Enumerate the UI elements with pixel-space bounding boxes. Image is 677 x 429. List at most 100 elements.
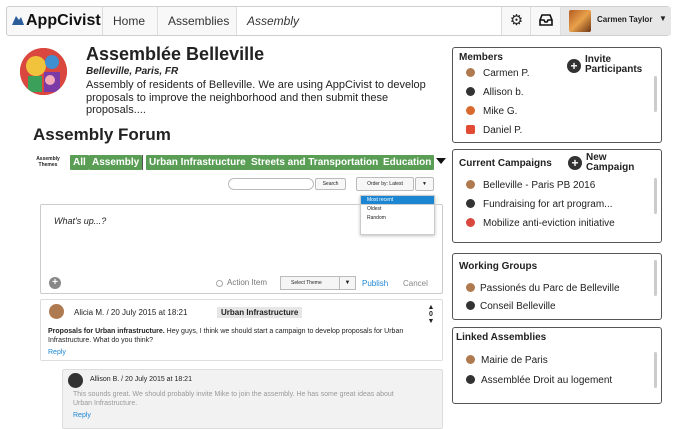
campaign-item[interactable]: Mobilize anti-eviction initiative (466, 218, 615, 232)
group-name: Passionés du Parc de Belleville (480, 283, 620, 294)
post-composer[interactable]: What's up...? + Action Item Select Theme… (40, 204, 443, 294)
working-group-item[interactable]: Passionés du Parc de Belleville (466, 283, 620, 297)
downvote-icon[interactable]: ▼ (424, 318, 438, 325)
avatar (466, 68, 475, 77)
working-groups-panel: Working Groups Passionés du Parc de Bell… (452, 253, 662, 320)
forum-title: Assembly Forum (33, 125, 171, 144)
add-attachment-icon[interactable]: + (49, 277, 61, 289)
member-item[interactable]: Allison b. (466, 87, 524, 101)
search-button[interactable]: Search (315, 178, 346, 190)
group-icon (466, 301, 475, 310)
member-item[interactable]: Daniel P. (466, 125, 522, 139)
campaigns-panel: Current Campaigns + New Campaign Bellevi… (452, 149, 662, 243)
post-body: Proposals for Urban infrastructure. Hey … (48, 327, 418, 345)
campaign-item[interactable]: Belleville - Paris PB 2016 (466, 180, 595, 194)
top-navbar: AppCivist Home Assemblies Assembly ⚙ Car… (6, 6, 671, 36)
campaign-item[interactable]: Fundraising for art program... (466, 199, 613, 213)
campaign-name: Belleville - Paris PB 2016 (483, 180, 596, 191)
new-campaign-button[interactable]: New Campaign (586, 153, 656, 173)
avatar (49, 304, 64, 319)
inbox-icon[interactable] (530, 7, 560, 35)
campaign-icon (466, 180, 475, 189)
post-meta: Alicia M. / 20 July 2015 at 18:21 (74, 308, 188, 317)
new-campaign-icon[interactable]: + (568, 156, 582, 170)
gear-icon[interactable]: ⚙ (501, 7, 531, 35)
campaigns-title: Current Campaigns (459, 158, 552, 169)
linked-assembly-item[interactable]: Mairie de Paris (466, 355, 548, 369)
linked-assembly-item[interactable]: Assemblée Droit au logement (466, 375, 612, 389)
reply-date: 20 July 2015 at 18:21 (125, 376, 192, 383)
post-title: Proposals for Urban infrastructure. (48, 328, 165, 335)
chevron-down-icon: ▼ (339, 277, 355, 289)
member-item[interactable]: Carmen P. (466, 68, 530, 82)
post-author: Alicia M. (74, 308, 105, 317)
upvote-icon[interactable]: ▲ (424, 304, 438, 311)
theme-tag-all[interactable]: All (70, 155, 89, 170)
theme-tag-education[interactable]: Education (380, 155, 435, 170)
linked-assembly-name: Assemblée Droit au logement (481, 375, 613, 386)
avatar (68, 373, 83, 388)
vote-count: 0 (429, 311, 433, 318)
member-item[interactable]: Mike G. (466, 106, 517, 120)
member-name: Mike G. (483, 106, 518, 117)
scrollbar[interactable] (654, 76, 657, 112)
publish-button[interactable]: Publish (362, 279, 388, 288)
appcivist-logo-icon (12, 16, 24, 25)
invite-participants-button[interactable]: Invite Participants (585, 55, 655, 75)
assembly-icon (466, 355, 475, 364)
theme-tag-assembly[interactable]: Assembly (89, 155, 143, 170)
working-group-item[interactable]: Conseil Belleville (466, 301, 556, 315)
campaign-name: Fundraising for art program... (483, 199, 613, 210)
assembly-location: Belleville, Paris, FR (86, 66, 179, 77)
linked-assemblies-panel: Linked Assemblies Mairie de Paris Assemb… (452, 327, 662, 404)
assembly-description: Assembly of residents of Belleville. We … (86, 79, 426, 116)
scrollbar[interactable] (654, 178, 657, 214)
reply-link[interactable]: Reply (73, 412, 91, 419)
select-theme-label: Select Theme (291, 280, 322, 286)
working-groups-title: Working Groups (459, 261, 538, 272)
nav-home[interactable]: Home (102, 7, 155, 35)
avatar (569, 10, 591, 32)
nav-assembly[interactable]: Assembly (236, 7, 501, 35)
post-date: 20 July 2015 at 18:21 (110, 308, 188, 317)
scrollbar[interactable] (654, 352, 657, 388)
reply-link[interactable]: Reply (48, 349, 66, 356)
user-menu[interactable]: Carmen Taylor ▼ (560, 7, 671, 35)
nav-assemblies[interactable]: Assemblies (157, 7, 239, 35)
brand-logo[interactable]: AppCivist (11, 12, 101, 30)
assembly-title: Assemblée Belleville (86, 44, 265, 64)
member-name: Carmen P. (483, 68, 530, 79)
action-item-label: Action Item (227, 278, 268, 287)
campaign-icon (466, 218, 475, 227)
member-name: Daniel P. (483, 125, 523, 136)
reply-meta: Allison B. / 20 July 2015 at 18:21 (90, 376, 192, 383)
linked-assemblies-title: Linked Assemblies (456, 332, 547, 343)
linked-assembly-name: Mairie de Paris (481, 355, 548, 366)
chevron-down-icon: ▼ (659, 14, 667, 23)
scrollbar[interactable] (654, 260, 657, 296)
avatar (466, 125, 475, 134)
user-name: Carmen Taylor (597, 15, 653, 24)
themes-more-icon[interactable] (436, 158, 446, 164)
invite-participants-icon[interactable]: + (567, 59, 581, 73)
action-item-radio[interactable] (216, 280, 223, 287)
order-select[interactable]: Order by: Latest (356, 177, 414, 191)
post-theme-tag[interactable]: Urban Infrastructure (217, 307, 303, 318)
members-title: Members (459, 52, 503, 63)
vote-control: ▲ 0 ▼ (424, 304, 438, 325)
cancel-button[interactable]: Cancel (403, 279, 428, 288)
theme-tag-streets-transportation[interactable]: Streets and Transportation (248, 155, 382, 170)
avatar (466, 106, 475, 115)
forum-post: Alicia M. / 20 July 2015 at 18:21 Urban … (40, 299, 443, 361)
theme-tag-urban-infrastructure[interactable]: Urban Infrastructure (146, 155, 249, 170)
select-theme-dropdown[interactable]: Select Theme ▼ (280, 276, 356, 290)
assembly-icon (466, 375, 475, 384)
search-input[interactable] (228, 178, 314, 190)
group-name: Conseil Belleville (480, 301, 556, 312)
avatar (466, 87, 475, 96)
divider (142, 155, 143, 170)
group-icon (466, 283, 475, 292)
members-panel: Members + Invite Participants Carmen P. … (452, 47, 662, 143)
themes-label: Assembly Themes (36, 156, 60, 168)
order-caret-icon[interactable]: ▼ (415, 177, 434, 191)
